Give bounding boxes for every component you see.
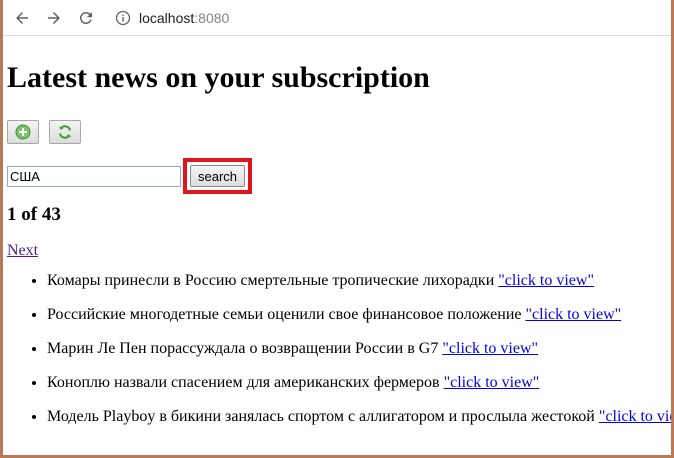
browser-window: localhost:8080 Latest news on your subsc… (3, 0, 671, 455)
click-to-view-link[interactable]: "click to view" (498, 272, 594, 289)
list-item: Российские многодетные семьи оценили сво… (47, 304, 671, 325)
info-icon[interactable] (115, 10, 131, 26)
search-form: search (7, 158, 671, 194)
url-text: localhost:8080 (139, 10, 229, 26)
back-button[interactable] (9, 5, 35, 31)
add-icon (15, 124, 31, 140)
list-item: Марин Ле Пен порассуждала о возвращении … (47, 338, 671, 359)
news-list: Комары принесли в Россию смертельные тро… (7, 270, 671, 427)
search-button[interactable]: search (190, 165, 246, 187)
add-button[interactable] (7, 120, 39, 144)
news-headline: Модель Playboy в бикини занялась спортом… (47, 408, 595, 425)
reload-button[interactable] (73, 5, 99, 31)
list-item: Модель Playboy в бикини занялась спортом… (47, 406, 671, 427)
news-headline: Коноплю назвали спасением для американск… (47, 374, 440, 391)
news-headline: Марин Ле Пен порассуждала о возвращении … (47, 340, 439, 357)
news-headline: Российские многодетные семьи оценили сво… (47, 306, 522, 323)
page-content: Latest news on your subscription США sea… (3, 61, 671, 427)
page-title: Latest news on your subscription (7, 61, 430, 94)
forward-button[interactable] (41, 5, 67, 31)
address-bar[interactable]: localhost:8080 (109, 3, 671, 32)
refresh-icon (59, 125, 71, 139)
list-item: Коноплю назвали спасением для американск… (47, 372, 671, 393)
click-to-view-link[interactable]: "click to view" (599, 408, 671, 425)
browser-toolbar: localhost:8080 (3, 0, 671, 36)
arrow-left-icon (16, 11, 28, 24)
arrow-right-icon (48, 11, 60, 24)
pagination-status: 1 of 43 (7, 204, 61, 225)
refresh-button[interactable] (49, 120, 81, 144)
click-to-view-link[interactable]: "click to view" (442, 340, 538, 357)
url-host: localhost (139, 9, 195, 26)
next-page-link[interactable]: Next (7, 242, 38, 260)
url-port: :8080 (194, 9, 230, 26)
search-input[interactable] (7, 165, 181, 187)
click-to-view-link[interactable]: "click to view" (444, 374, 540, 391)
reload-icon (79, 11, 92, 24)
action-buttons (7, 120, 671, 144)
click-to-view-link[interactable]: "click to view" (525, 306, 621, 323)
list-item: Комары принесли в Россию смертельные тро… (47, 270, 671, 291)
highlight-box: search (183, 158, 253, 194)
news-headline: Комары принесли в Россию смертельные тро… (47, 272, 495, 289)
